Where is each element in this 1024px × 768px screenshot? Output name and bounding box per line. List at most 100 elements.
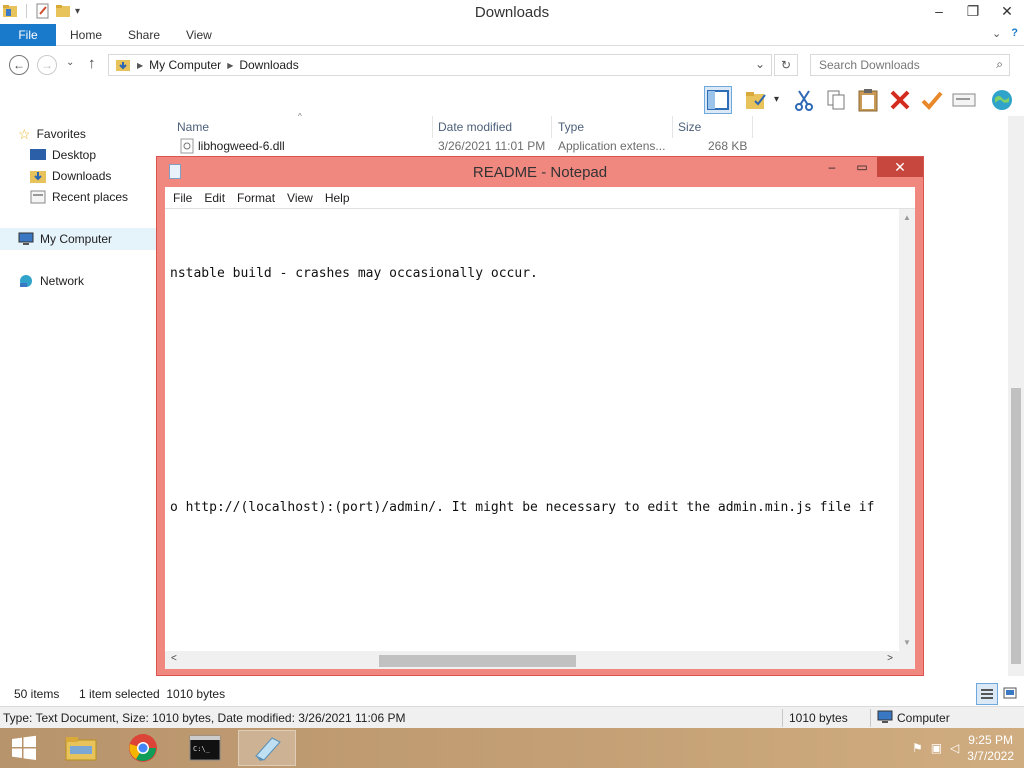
scroll-down-arrow-icon[interactable]: ▼: [899, 638, 915, 647]
action-center-flag-icon[interactable]: ⚑: [912, 741, 923, 755]
search-icon[interactable]: ⌕: [996, 57, 1003, 72]
nav-recent-places[interactable]: Recent places: [30, 187, 128, 207]
menu-view[interactable]: View: [283, 187, 317, 208]
forward-button[interactable]: →: [37, 55, 57, 75]
copy-icon[interactable]: [822, 86, 850, 114]
menu-help[interactable]: Help: [321, 187, 354, 208]
notepad-vertical-scrollbar[interactable]: ▲ ▼: [899, 209, 915, 651]
downloads-icon: [30, 171, 46, 183]
chrome-icon[interactable]: [114, 730, 172, 766]
clock[interactable]: 9:25 PM 3/7/2022: [967, 732, 1014, 764]
scrollbar-corner: [899, 651, 915, 669]
column-divider[interactable]: [432, 116, 433, 138]
file-explorer-icon[interactable]: [52, 730, 110, 766]
large-icons-view-icon[interactable]: [1000, 683, 1022, 705]
tab-share[interactable]: Share: [128, 24, 160, 46]
menu-file[interactable]: File: [169, 187, 196, 208]
downloads-folder-icon: [116, 60, 130, 71]
scroll-up-arrow-icon[interactable]: ▲: [899, 213, 915, 222]
nav-my-computer[interactable]: My Computer: [18, 229, 112, 249]
column-date-modified[interactable]: Date modified: [438, 120, 512, 134]
notepad-icon[interactable]: [238, 730, 296, 766]
breadcrumb-downloads[interactable]: Downloads: [239, 58, 298, 72]
refresh-button[interactable]: ↻: [774, 54, 798, 76]
paste-icon[interactable]: [854, 86, 882, 114]
nav-downloads[interactable]: Downloads: [30, 166, 111, 186]
details-info: Type: Text Document, Size: 1010 bytes, D…: [3, 711, 406, 725]
minimize-button[interactable]: –: [922, 0, 956, 22]
menu-edit[interactable]: Edit: [200, 187, 229, 208]
horizontal-scrollbar-thumb[interactable]: [379, 655, 576, 667]
scroll-right-arrow-icon[interactable]: >: [887, 653, 893, 664]
scroll-left-arrow-icon[interactable]: <: [171, 653, 177, 664]
globe-icon[interactable]: [988, 86, 1016, 114]
table-row[interactable]: libhogweed-6.dll 3/26/2021 11:01 PM Appl…: [174, 136, 754, 156]
notepad-maximize-button[interactable]: ▭: [847, 157, 877, 177]
menu-format[interactable]: Format: [233, 187, 279, 208]
nav-my-computer-label: My Computer: [40, 232, 113, 246]
details-view-icon[interactable]: [976, 683, 998, 705]
notepad-minimize-button[interactable]: –: [817, 157, 847, 177]
column-size[interactable]: Size: [678, 120, 701, 134]
column-divider[interactable]: [752, 116, 753, 138]
file-name: libhogweed-6.dll: [198, 139, 285, 153]
explorer-window-controls: – ❐ ✕: [922, 0, 1024, 22]
sort-indicator-icon: ^: [298, 112, 302, 121]
file-list-scrollbar[interactable]: [1008, 116, 1024, 676]
folder-options-icon[interactable]: [742, 86, 770, 114]
recent-places-icon: [30, 190, 46, 204]
column-divider[interactable]: [551, 116, 552, 138]
expand-ribbon-icon[interactable]: ⌄: [992, 27, 1001, 40]
checkmark-icon[interactable]: [918, 86, 946, 114]
details-bar: Type: Text Document, Size: 1010 bytes, D…: [0, 706, 1024, 728]
computer-icon: [18, 232, 34, 245]
breadcrumb-my-computer[interactable]: My Computer: [149, 58, 221, 72]
breadcrumb-arrow-icon[interactable]: ▶: [227, 61, 233, 70]
notepad-window-controls: – ▭ ✕: [817, 157, 923, 177]
folder-options-dropdown-icon[interactable]: ▾: [774, 94, 779, 105]
windows-start-icon[interactable]: [0, 730, 48, 766]
rename-icon[interactable]: [950, 86, 978, 114]
clock-time: 9:25 PM: [968, 733, 1013, 747]
details-size: 1010 bytes: [789, 711, 848, 725]
text-line: nstable build - crashes may occasionally…: [170, 266, 538, 281]
nav-favorites[interactable]: ☆ Favorites: [18, 124, 86, 144]
tab-file[interactable]: File: [0, 24, 56, 46]
taskbar: C:\_ ⚑ ▣ ◁ 9:25 PM 3/7/2022: [0, 728, 1024, 768]
address-row: ← → ⌄ ↑ ▶ My Computer ▶ Downloads ⌄ ↻ Se…: [0, 46, 1024, 84]
back-button[interactable]: ←: [9, 55, 29, 75]
help-icon[interactable]: ?: [1011, 27, 1018, 40]
tab-view[interactable]: View: [186, 24, 212, 46]
notepad-titlebar[interactable]: README - Notepad – ▭ ✕: [157, 157, 923, 187]
layout-icon[interactable]: [704, 86, 732, 114]
ribbon-right-controls: ⌄ ?: [992, 27, 1018, 40]
up-button[interactable]: ↑: [88, 55, 96, 72]
maximize-button[interactable]: ❐: [956, 0, 990, 22]
notepad-close-button[interactable]: ✕: [877, 157, 923, 177]
search-input[interactable]: Search Downloads ⌕: [810, 54, 1010, 76]
delete-icon[interactable]: [886, 86, 914, 114]
nav-network[interactable]: Network: [18, 271, 84, 291]
network-status-icon[interactable]: ▣: [931, 741, 942, 755]
computer-icon: [877, 710, 893, 723]
cut-icon[interactable]: [790, 86, 818, 114]
details-location: Computer: [897, 711, 950, 725]
status-bar: 50 items 1 item selected 1010 bytes: [0, 682, 1024, 706]
column-name[interactable]: Name: [177, 120, 209, 134]
volume-muted-icon[interactable]: ◁: [950, 741, 959, 755]
file-date: 3/26/2021 11:01 PM: [438, 139, 546, 153]
nav-desktop[interactable]: Desktop: [30, 145, 96, 165]
column-divider[interactable]: [672, 116, 673, 138]
recent-locations-dropdown[interactable]: ⌄: [66, 57, 74, 68]
close-button[interactable]: ✕: [990, 0, 1024, 22]
breadcrumb-arrow-icon[interactable]: ▶: [137, 61, 143, 70]
address-bar[interactable]: ▶ My Computer ▶ Downloads ⌄: [108, 54, 772, 76]
nav-downloads-label: Downloads: [52, 169, 112, 183]
column-type[interactable]: Type: [558, 120, 584, 134]
notepad-horizontal-scrollbar[interactable]: < >: [165, 651, 899, 669]
address-dropdown-icon[interactable]: ⌄: [755, 57, 765, 71]
notepad-text-area[interactable]: nstable build - crashes may occasionally…: [165, 209, 915, 669]
cmd-icon[interactable]: C:\_: [176, 730, 234, 766]
tab-home[interactable]: Home: [70, 24, 102, 46]
scrollbar-thumb[interactable]: [1011, 388, 1021, 664]
